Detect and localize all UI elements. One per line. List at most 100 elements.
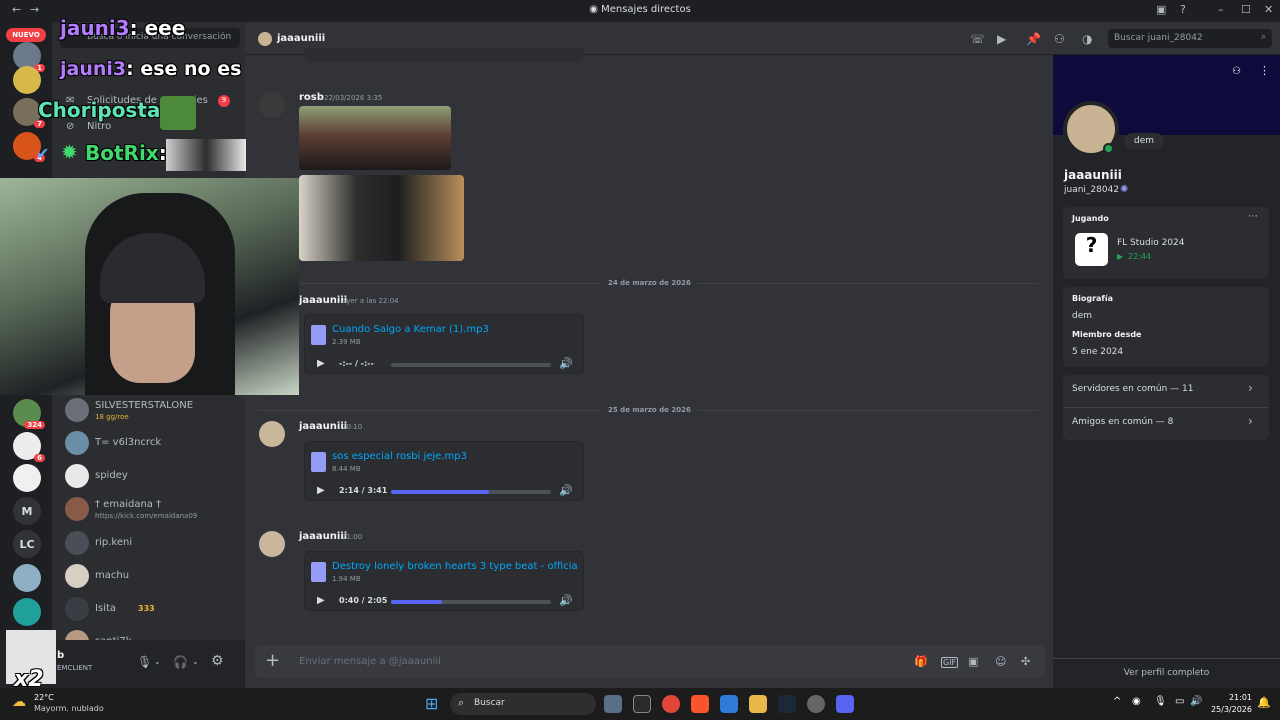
server-icon[interactable]: 6 xyxy=(13,432,45,462)
discord-app-icon[interactable] xyxy=(836,695,854,713)
server-letter-icon[interactable]: LC xyxy=(13,530,41,558)
minimize-icon[interactable]: – xyxy=(1218,3,1224,16)
server-letter-icon[interactable]: M xyxy=(13,497,41,525)
play-icon[interactable]: ▶ xyxy=(317,358,325,369)
server-icon[interactable] xyxy=(13,564,41,592)
gif-icon[interactable]: GIF xyxy=(941,657,959,668)
mutual-servers-link[interactable]: Servidores en común — 11 xyxy=(1072,384,1194,394)
server-icon[interactable]: 324 xyxy=(13,399,45,429)
more-options-icon[interactable]: ⋮ xyxy=(1259,64,1270,77)
audio-seek-bar[interactable] xyxy=(391,490,551,494)
dm-item[interactable]: rip.keni xyxy=(62,529,242,559)
avatar xyxy=(65,630,89,640)
audio-file-size: 8.44 MB xyxy=(332,465,361,473)
weather-temp: 22°C xyxy=(34,693,54,702)
tray-discord-icon[interactable]: ◉ xyxy=(1132,696,1141,707)
add-friend-icon[interactable]: ⚇ xyxy=(1054,32,1065,46)
message-author[interactable]: jaaauniii xyxy=(299,421,347,432)
sticker-icon[interactable]: ▣ xyxy=(968,655,978,668)
dm-item[interactable]: T= v6l3ncrck xyxy=(62,429,242,459)
play-icon[interactable]: ▶ xyxy=(317,485,325,496)
volume-icon[interactable]: 🔊 xyxy=(559,357,573,370)
server-icon[interactable] xyxy=(13,598,41,626)
file-explorer-app-icon[interactable] xyxy=(604,695,622,713)
avatar[interactable] xyxy=(259,531,285,557)
inbox-icon[interactable]: ▣ xyxy=(1156,3,1166,16)
microphone-icon[interactable]: 🎙 xyxy=(137,655,152,669)
message-timestamp: 20:10 xyxy=(342,423,363,431)
maximize-icon[interactable]: ☐ xyxy=(1241,3,1251,16)
avatar[interactable] xyxy=(259,92,285,118)
tray-network-icon[interactable]: ▭ xyxy=(1175,696,1184,707)
clock-time[interactable]: 21:01 xyxy=(1208,693,1252,702)
chevron-right-icon[interactable]: › xyxy=(1248,381,1253,395)
steam-icon[interactable] xyxy=(778,695,796,713)
controller-icon: ▶ xyxy=(1117,252,1124,261)
close-icon[interactable]: ✕ xyxy=(1264,3,1273,16)
volume-icon[interactable]: 🔊 xyxy=(559,594,573,607)
clock-date[interactable]: 25/3/2026 xyxy=(1200,705,1252,714)
tray-mic-icon[interactable]: 🎙 xyxy=(1154,696,1167,707)
tray-chevron-icon[interactable]: ^ xyxy=(1113,696,1121,707)
dm-item[interactable]: † emaidana † https://kick.com/emaidana09 xyxy=(62,495,242,525)
audio-seek-bar[interactable] xyxy=(391,363,551,367)
store-icon[interactable] xyxy=(720,695,738,713)
chevron-right-icon[interactable]: › xyxy=(1248,414,1253,428)
message-input[interactable]: Enviar mensaje a @jaaauniii xyxy=(299,656,441,667)
gift-icon[interactable]: 🎁 xyxy=(914,655,928,668)
attach-plus-icon[interactable]: + xyxy=(265,650,280,671)
audio-file-name[interactable]: Cuando Salgo a Kemar (1).mp3 xyxy=(332,324,489,335)
message-author[interactable]: rosb xyxy=(299,92,324,103)
avatar[interactable] xyxy=(259,421,285,447)
server-icon[interactable] xyxy=(13,66,41,94)
video-call-icon[interactable]: ▶ xyxy=(997,32,1006,46)
chrome-icon[interactable] xyxy=(662,695,680,713)
taskbar-search[interactable]: ⌕ Buscar xyxy=(450,693,596,715)
dm-item[interactable]: Isita 333 xyxy=(62,595,242,625)
image-attachment[interactable] xyxy=(299,106,451,170)
dm-name: SILVESTERSTALONE xyxy=(95,400,194,411)
apps-icon[interactable]: ✣ xyxy=(1021,655,1030,668)
chevron-down-icon[interactable]: ⌄ xyxy=(154,657,161,666)
audio-file-icon xyxy=(311,325,326,345)
dm-item[interactable]: santi7k xyxy=(62,628,242,640)
notification-bell-icon[interactable]: 🔔 xyxy=(1257,696,1271,709)
folder-icon[interactable] xyxy=(749,695,767,713)
app-icon[interactable] xyxy=(807,695,825,713)
brave-icon[interactable] xyxy=(691,695,709,713)
pin-icon[interactable]: 📌 xyxy=(1026,32,1041,46)
server-icon[interactable] xyxy=(13,464,41,492)
audio-file-name[interactable]: Destroy lonely broken hearts 3 type beat… xyxy=(332,561,578,572)
taskbar-search-label: Buscar xyxy=(474,698,505,708)
emoji-icon[interactable]: ☺ xyxy=(995,655,1006,668)
settings-gear-icon[interactable]: ⚙ xyxy=(211,653,224,669)
chevron-down-icon[interactable]: ⌄ xyxy=(192,657,199,666)
image-attachment[interactable] xyxy=(299,175,464,261)
server-badge: 6 xyxy=(34,454,45,462)
nitro-link[interactable]: Nitro xyxy=(87,121,111,132)
chat-search-input[interactable]: Buscar juani_28042 ⌕ xyxy=(1108,29,1272,48)
mutual-friends-link[interactable]: Amigos en común — 8 xyxy=(1072,417,1173,427)
chat-header-name[interactable]: jaaauniii xyxy=(277,33,325,44)
server-icon[interactable]: 7 xyxy=(13,98,45,128)
help-icon[interactable]: ? xyxy=(1180,3,1186,16)
play-icon[interactable]: ▶ xyxy=(317,595,325,606)
message-author[interactable]: jaaauniii xyxy=(299,531,347,542)
message-author[interactable]: jaaauniii xyxy=(299,295,347,306)
view-full-profile-link[interactable]: Ver perfil completo xyxy=(1053,668,1280,678)
gear-badge-icon: ✹ xyxy=(61,140,78,164)
dm-item[interactable]: SILVESTERSTALONE 18 gg/roe xyxy=(62,396,242,426)
more-options-icon[interactable]: ⋯ xyxy=(1248,211,1258,222)
webcam-overlay xyxy=(0,178,299,395)
voice-call-icon[interactable]: ☏ xyxy=(970,32,985,46)
volume-icon[interactable]: 🔊 xyxy=(559,484,573,497)
user-profile-icon[interactable]: ◑ xyxy=(1082,32,1092,46)
windows-start-icon[interactable]: ⊞ xyxy=(425,694,438,713)
dm-item[interactable]: spidey xyxy=(62,462,242,492)
headphones-icon[interactable]: 🎧 xyxy=(173,655,188,669)
audio-seek-bar[interactable] xyxy=(391,600,551,604)
add-friend-icon[interactable]: ⚇ xyxy=(1232,66,1241,77)
epic-games-icon[interactable] xyxy=(633,695,651,713)
dm-item[interactable]: machu xyxy=(62,562,242,592)
audio-file-name[interactable]: sos especial rosbi jeje.mp3 xyxy=(332,451,467,462)
